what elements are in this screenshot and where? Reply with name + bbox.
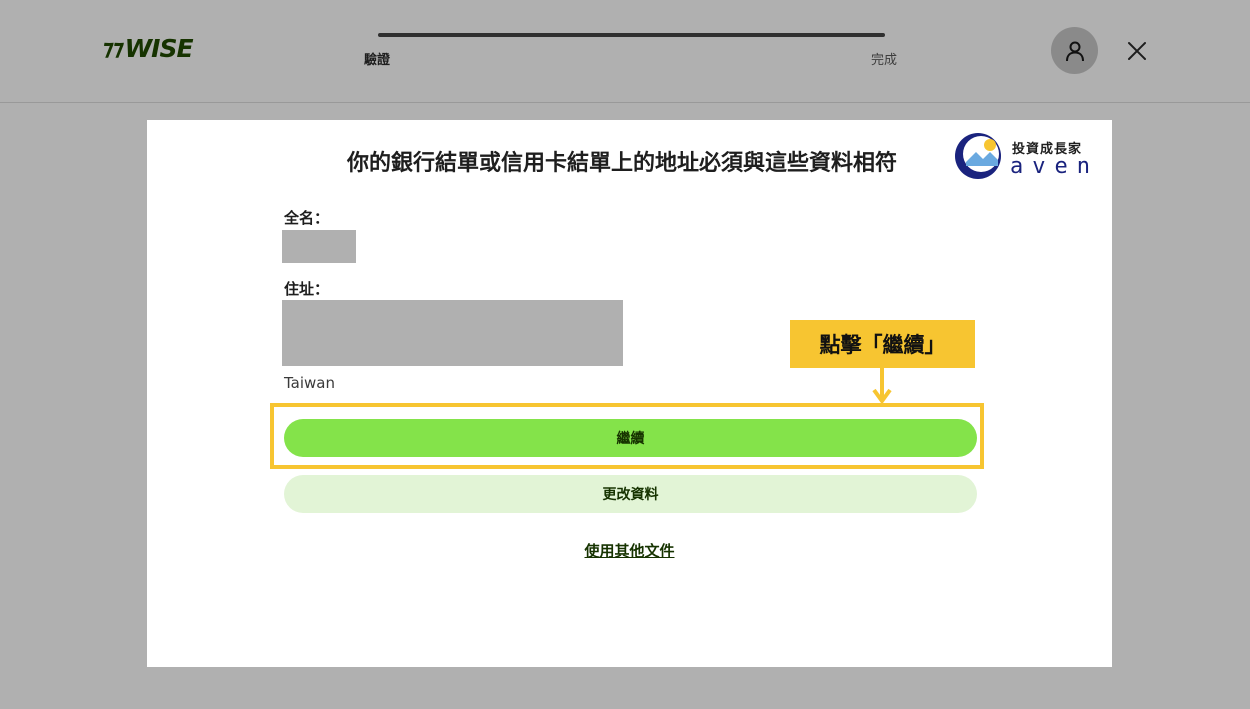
close-button[interactable] [1124, 38, 1150, 64]
address-label: 住址： [284, 280, 330, 298]
full-name-redacted [282, 230, 356, 263]
callout-arrow-icon [872, 368, 892, 404]
step-done-label: 完成 [871, 53, 898, 68]
use-other-document-link-container: 使用其他文件 [147, 540, 1112, 561]
step-verify-label: 驗證 [364, 53, 391, 68]
watermark-logo-icon [955, 133, 1001, 179]
address-redacted [282, 300, 623, 366]
user-avatar-button[interactable] [1051, 27, 1098, 74]
watermark-bottom-text: aven [1010, 154, 1099, 179]
callout-annotation: 點擊「繼續」 [790, 320, 975, 368]
country-text: Taiwan [284, 374, 336, 392]
wise-logo[interactable]: ⁊⁊ WISE [102, 33, 194, 63]
wise-logo-text: WISE [124, 33, 194, 63]
user-icon [1065, 41, 1084, 61]
edit-details-button[interactable]: 更改資料 [284, 475, 977, 513]
watermark-badge: 投資成長家 aven [952, 130, 1102, 180]
top-navigation-bar: ⁊⁊ WISE 驗證 完成 [0, 0, 1250, 103]
use-other-document-link[interactable]: 使用其他文件 [584, 542, 674, 560]
verification-progress-bar [378, 33, 885, 37]
continue-button[interactable]: 繼續 [284, 419, 977, 457]
address-confirmation-panel: 你的銀行結單或信用卡結單上的地址必須與這些資料相符 投資成長家 aven 全名：… [147, 120, 1112, 667]
close-icon [1128, 42, 1146, 60]
panel-title: 你的銀行結單或信用卡結單上的地址必須與這些資料相符 [346, 151, 897, 176]
full-name-label: 全名： [284, 209, 330, 227]
wise-logo-mark: ⁊⁊ [102, 35, 124, 61]
